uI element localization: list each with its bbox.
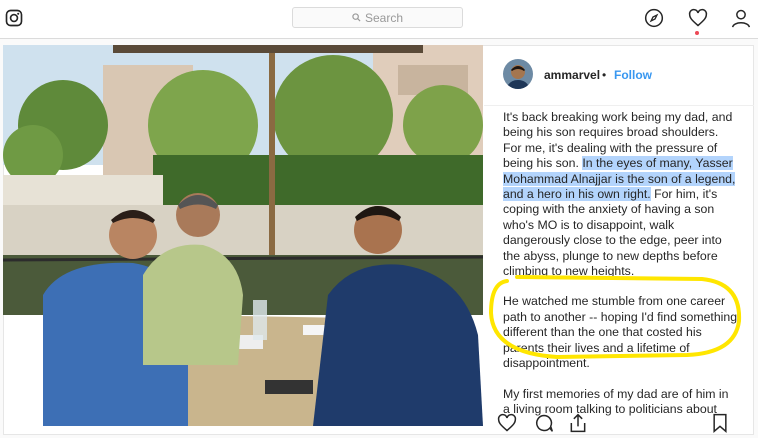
profile-icon[interactable] xyxy=(731,8,751,28)
comment-icon[interactable] xyxy=(534,413,554,433)
compass-icon[interactable] xyxy=(644,8,664,28)
post-caption: It's back breaking work being my dad, an… xyxy=(503,107,738,417)
post-header: ammarvel • Follow xyxy=(484,45,754,106)
follow-button[interactable]: Follow xyxy=(614,68,652,82)
top-navigation-bar: Search xyxy=(0,0,758,39)
heart-icon[interactable] xyxy=(688,8,708,28)
instagram-icon[interactable] xyxy=(5,9,23,27)
post-photo[interactable] xyxy=(3,45,483,426)
caption-paragraph-1: It's back breaking work being my dad, an… xyxy=(503,110,738,279)
search-icon xyxy=(352,13,361,22)
post-sidebar: ammarvel • Follow It's back breaking wor… xyxy=(484,45,754,433)
notification-dot xyxy=(695,31,699,35)
post-actions xyxy=(484,408,754,438)
share-icon[interactable] xyxy=(568,413,588,433)
username[interactable]: ammarvel xyxy=(544,68,600,82)
photo-illustration xyxy=(3,45,483,426)
like-heart-icon[interactable] xyxy=(497,413,517,433)
search-placeholder: Search xyxy=(364,10,404,25)
separator-dot: • xyxy=(602,68,607,82)
avatar[interactable] xyxy=(503,59,533,89)
caption-paragraph-2: He watched me stumble from one career pa… xyxy=(503,294,738,371)
search-input[interactable]: Search xyxy=(292,7,463,28)
bookmark-icon[interactable] xyxy=(710,413,730,433)
